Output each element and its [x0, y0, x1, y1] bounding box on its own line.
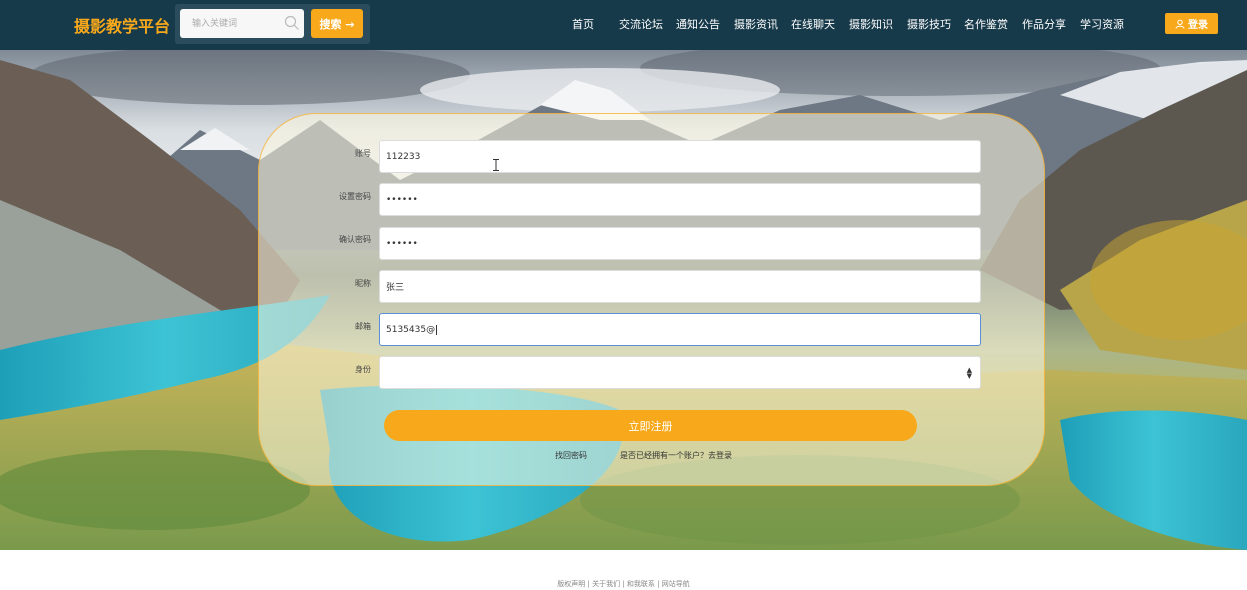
login-label: 登录	[1188, 20, 1208, 31]
nav-item-forum[interactable]: 交流论坛	[619, 16, 663, 32]
nav-item-works[interactable]: 作品分享	[1022, 16, 1066, 32]
page-footer: 版权声明 | 关于我们 | 和我联系 | 网站导航	[0, 550, 1247, 590]
nav-item-chat[interactable]: 在线聊天	[791, 16, 835, 32]
forgot-password-link[interactable]: 找回密码	[555, 450, 587, 461]
login-button[interactable]: 登录	[1165, 13, 1218, 34]
nickname-value: 张三	[386, 283, 405, 293]
top-header: 摄影教学平台 搜索 → 首页 交流论坛 通知公告 摄影资讯 在线聊天 摄影知识 …	[0, 0, 1247, 50]
footer-links[interactable]: 版权声明 | 关于我们 | 和我联系 | 网站导航	[0, 579, 1247, 589]
nav-item-notice[interactable]: 通知公告	[676, 16, 720, 32]
search-icon[interactable]	[284, 15, 300, 31]
role-label: 身份	[355, 365, 371, 374]
nav-item-skills[interactable]: 摄影技巧	[907, 16, 951, 32]
search-bar: 搜索 →	[175, 4, 370, 44]
password-input[interactable]: ••••••	[379, 183, 981, 216]
go-login-link[interactable]: 是否已经拥有一个账户？去登录	[620, 450, 732, 461]
site-logo[interactable]: 摄影教学平台	[74, 13, 170, 37]
register-button[interactable]: 立即注册	[384, 410, 917, 441]
email-label: 邮箱	[355, 322, 371, 331]
nav-item-resources[interactable]: 学习资源	[1080, 16, 1124, 32]
confirm-password-label: 确认密码	[339, 235, 371, 244]
nickname-input[interactable]: 张三	[379, 270, 981, 303]
search-button[interactable]: 搜索 →	[311, 9, 363, 38]
nav-item-masterpieces[interactable]: 名作鉴赏	[964, 16, 1008, 32]
confirm-password-input[interactable]: ••••••	[379, 227, 981, 260]
select-arrows-icon: ▲ ▼	[966, 366, 972, 380]
account-value: 112233	[386, 151, 421, 162]
email-value: 5135435@	[386, 324, 436, 335]
nav-item-knowledge[interactable]: 摄影知识	[849, 16, 893, 32]
password-label: 设置密码	[339, 192, 371, 201]
text-caret	[436, 324, 438, 335]
nav-item-news[interactable]: 摄影资讯	[734, 16, 778, 32]
text-cursor-icon	[493, 159, 499, 171]
user-icon	[1175, 19, 1185, 29]
nav-item-home[interactable]: 首页	[572, 16, 594, 32]
nickname-label: 昵称	[355, 279, 371, 288]
account-label: 账号	[355, 149, 371, 158]
account-input[interactable]: 112233	[379, 140, 981, 173]
role-select[interactable]: ▲ ▼	[379, 356, 981, 389]
password-value: ••••••	[386, 194, 418, 205]
confirm-password-value: ••••••	[386, 238, 418, 249]
email-input[interactable]: 5135435@	[379, 313, 981, 346]
